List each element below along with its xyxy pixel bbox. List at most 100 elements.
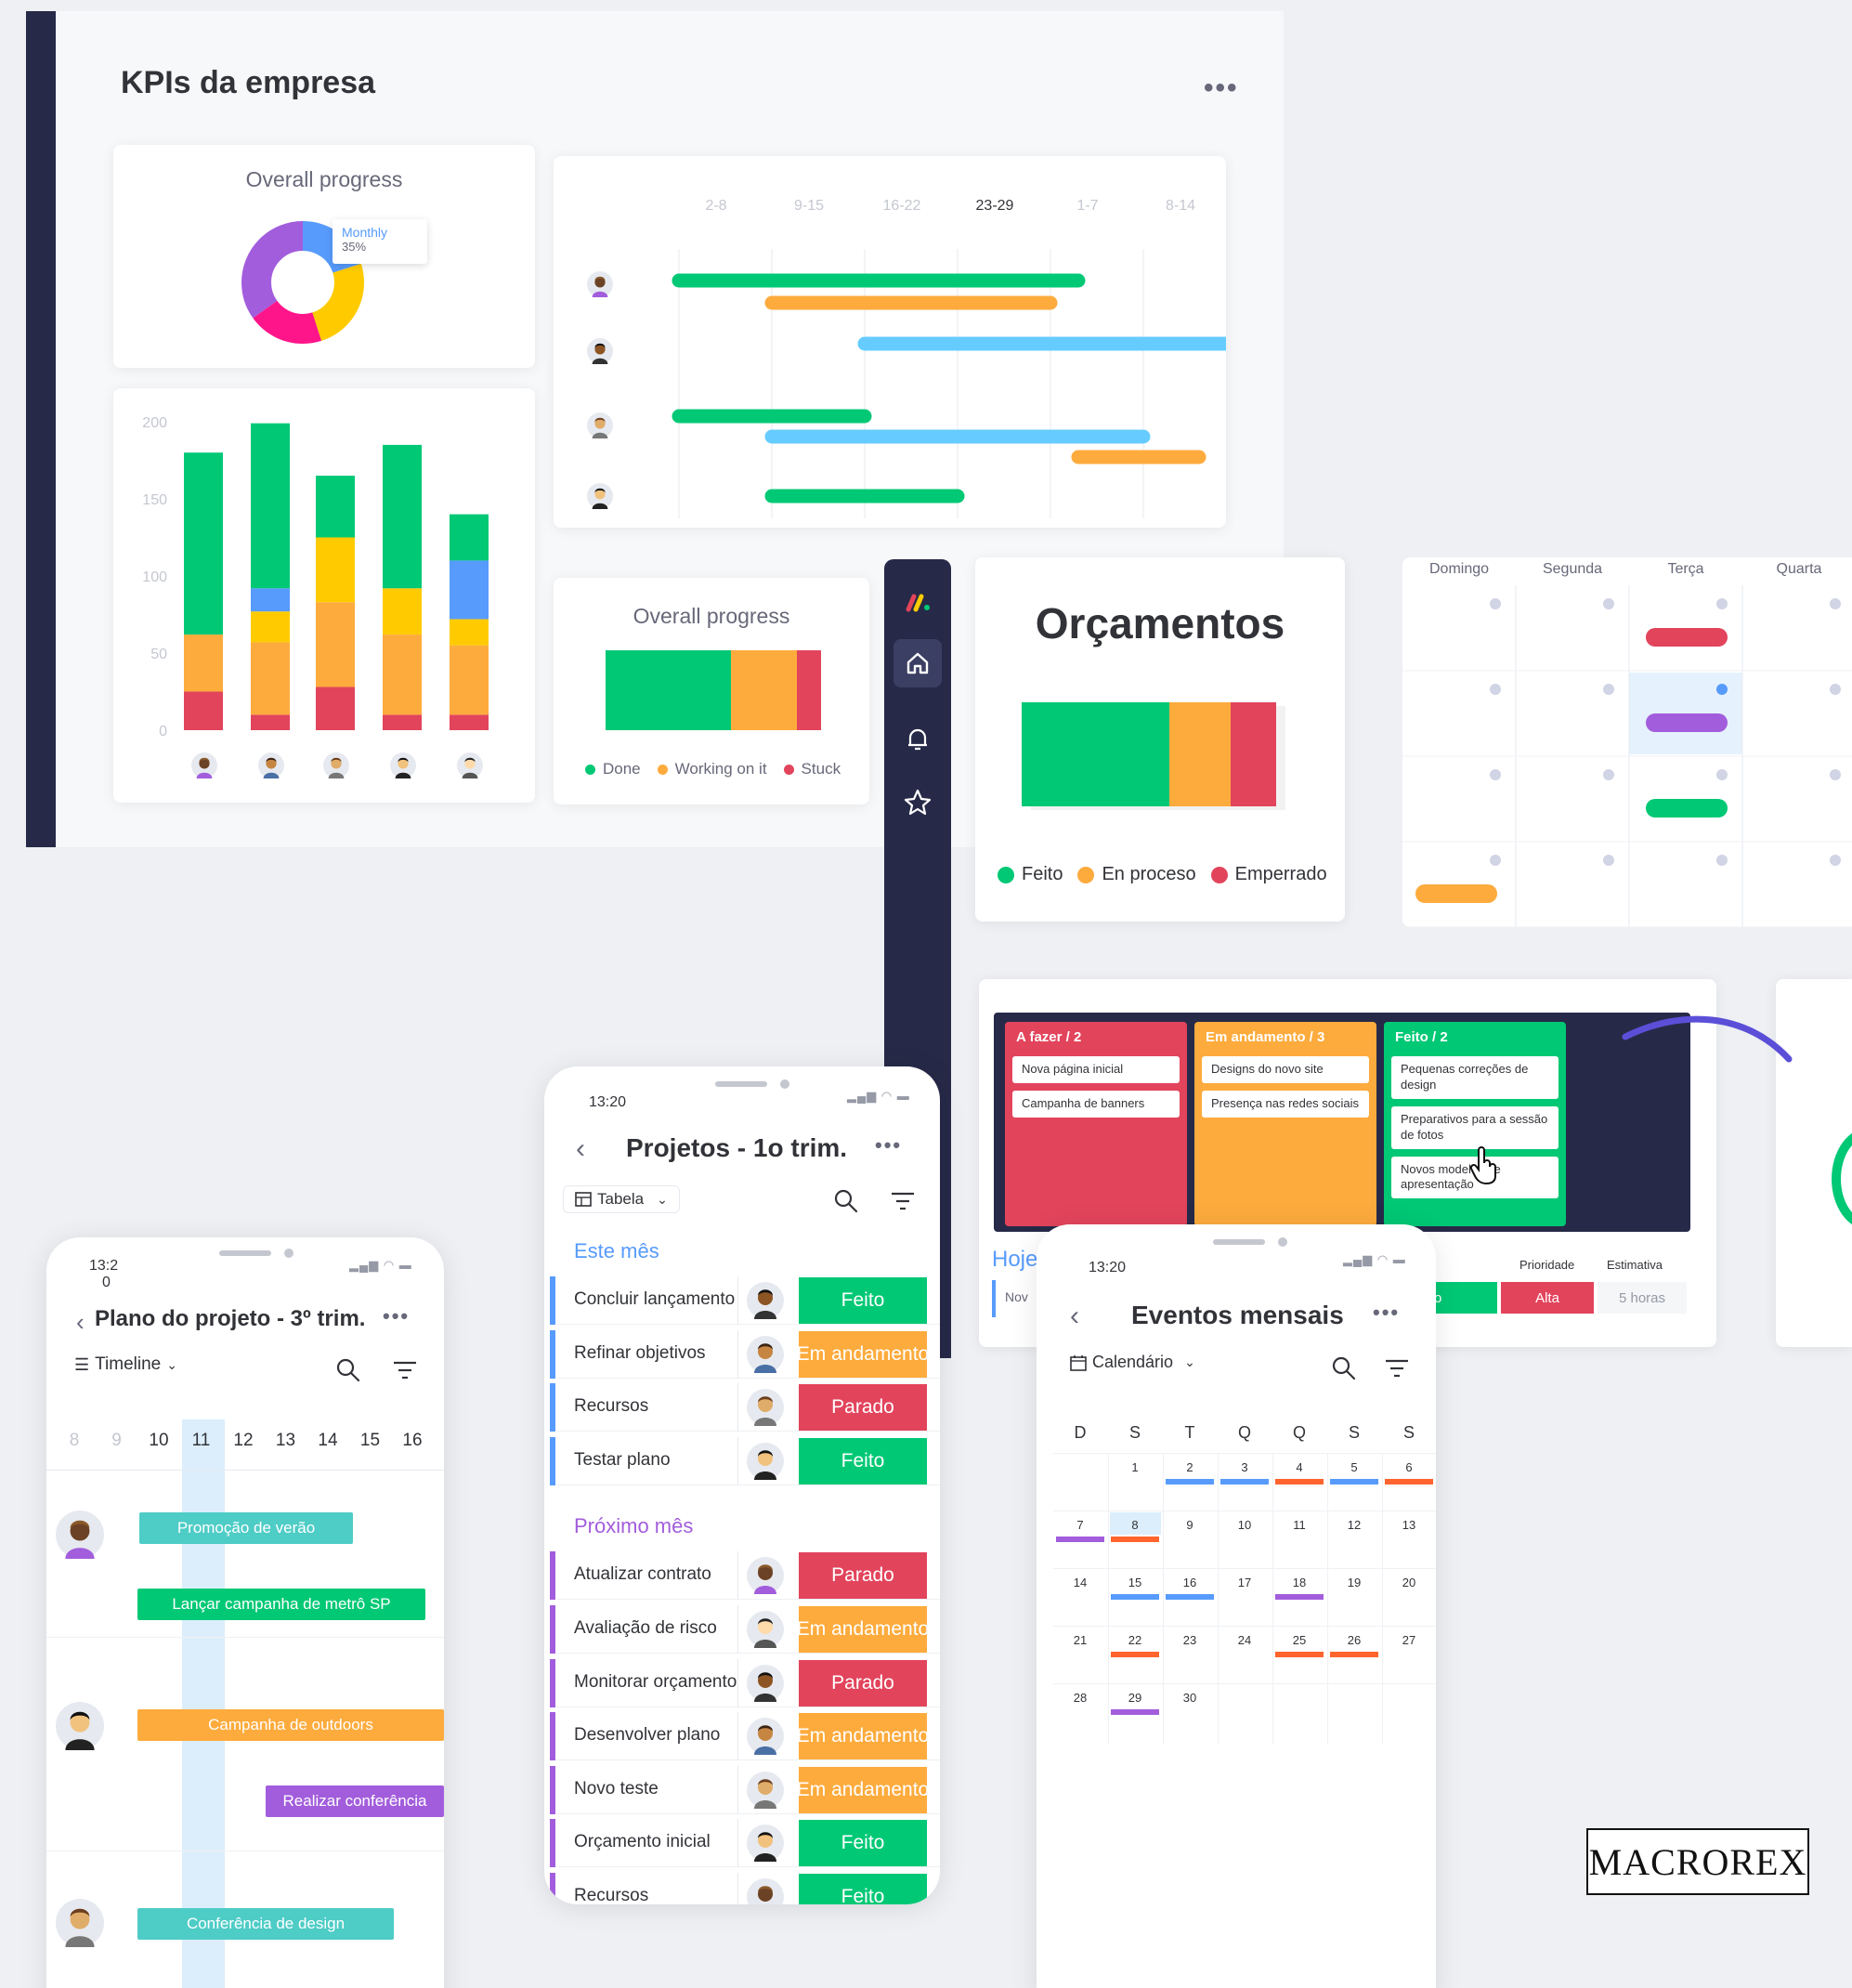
calendar-day[interactable]: 7 (1053, 1518, 1107, 1532)
status-cell[interactable]: Parado (799, 1552, 927, 1600)
filter-icon[interactable] (392, 1358, 418, 1382)
status-cell[interactable]: Parado (799, 1659, 927, 1707)
status-cell[interactable]: Em andamento (799, 1713, 927, 1760)
status-cell[interactable]: Em andamento (799, 1766, 927, 1813)
calendar-event-bar[interactable] (1166, 1594, 1214, 1600)
calendar-day[interactable]: 21 (1053, 1633, 1107, 1647)
estimate-cell[interactable]: 5 horas (1598, 1282, 1687, 1314)
search-icon[interactable] (832, 1187, 860, 1215)
status-cell[interactable]: Em andamento (799, 1330, 927, 1378)
view-selector[interactable]: ☰ Timeline ⌄ (74, 1354, 177, 1375)
dashboard-menu-button[interactable]: ••• (1204, 72, 1239, 104)
calendar-event-bar[interactable] (1111, 1594, 1159, 1600)
home-nav-button[interactable] (893, 639, 942, 687)
calendar-event-bar[interactable] (1330, 1479, 1378, 1484)
calendar-day[interactable]: 18 (1272, 1576, 1326, 1589)
phone-menu-button[interactable]: ••• (383, 1304, 410, 1328)
calendar-event-bar[interactable] (1220, 1479, 1269, 1484)
calendar-day[interactable]: 10 (1218, 1518, 1272, 1532)
calendar-day[interactable]: 20 (1382, 1576, 1436, 1589)
calendar-event-pill[interactable] (1415, 884, 1497, 903)
status-cell[interactable]: Parado (799, 1384, 927, 1432)
status-cell[interactable]: Feito (799, 1437, 927, 1484)
timeline-bar[interactable]: Realizar conferência (266, 1785, 444, 1817)
kanban-card[interactable]: Pequenas correções de design (1391, 1056, 1559, 1099)
calendar-day[interactable]: 29 (1108, 1691, 1162, 1705)
calendar-day[interactable]: 3 (1218, 1460, 1272, 1474)
kanban-card[interactable]: Campanha de banners (1012, 1090, 1180, 1118)
monday-logo-icon[interactable] (901, 585, 934, 619)
search-icon[interactable] (334, 1356, 362, 1384)
filter-icon[interactable] (890, 1189, 916, 1213)
kanban-card[interactable]: Nova página inicial (1012, 1056, 1180, 1083)
calendar-event-bar[interactable] (1111, 1537, 1159, 1542)
timeline-bar[interactable]: Campanha de outdoors (137, 1709, 444, 1741)
donut-tooltip: Monthly 35% (333, 219, 427, 264)
calendar-day[interactable]: 24 (1218, 1633, 1272, 1647)
calendar-event-bar[interactable] (1056, 1537, 1104, 1542)
calendar-day[interactable]: 23 (1163, 1633, 1217, 1647)
view-selector[interactable]: Tabela ⌄ (563, 1185, 680, 1213)
calendar-event-bar[interactable] (1111, 1709, 1159, 1715)
calendar-dot (1716, 684, 1728, 695)
calendar-event-bar[interactable] (1275, 1479, 1324, 1484)
calendar-day[interactable]: 25 (1272, 1633, 1326, 1647)
calendar-event-bar[interactable] (1385, 1479, 1433, 1484)
calendar-day[interactable]: 15 (1108, 1576, 1162, 1589)
row-avatar (747, 1771, 784, 1809)
back-chevron-icon[interactable]: ‹ (1070, 1301, 1079, 1332)
calendar-day[interactable]: 1 (1108, 1460, 1162, 1474)
calendar-day[interactable]: 22 (1108, 1633, 1162, 1647)
today-item[interactable]: Nov (992, 1280, 1038, 1317)
timeline-bar[interactable]: Promoção de verão (139, 1512, 353, 1544)
view-selector[interactable]: Calendário ⌄ (1070, 1353, 1195, 1372)
calendar-day[interactable]: 26 (1327, 1633, 1381, 1647)
back-chevron-icon[interactable]: ‹ (576, 1133, 585, 1165)
calendar-day[interactable]: 28 (1053, 1691, 1107, 1705)
calendar-event-pill[interactable] (1646, 713, 1728, 732)
calendar-day[interactable]: 17 (1218, 1576, 1272, 1589)
calendar-day[interactable]: 2 (1163, 1460, 1217, 1474)
calendar-day[interactable]: 6 (1382, 1460, 1436, 1474)
status-cell[interactable]: Feito (799, 1820, 927, 1867)
calendar-day[interactable]: 4 (1272, 1460, 1326, 1474)
priority-cell[interactable]: Alta (1501, 1282, 1594, 1314)
calendar-event-bar[interactable] (1111, 1652, 1159, 1657)
timeline-bar[interactable]: Lançar campanha de metrô SP (137, 1589, 425, 1620)
kanban-card[interactable]: Preparativos para a sessão de fotos (1391, 1105, 1559, 1149)
status-icons: ▂▄▆ ◠ ▬ (1343, 1252, 1406, 1266)
calendar-event-bar[interactable] (1166, 1479, 1214, 1484)
calendar-day[interactable]: 12 (1327, 1518, 1381, 1532)
phone-time-line2: 0 (102, 1274, 111, 1290)
calendar-day[interactable]: 9 (1163, 1518, 1217, 1532)
calendar-day[interactable]: 30 (1163, 1691, 1217, 1705)
calendar-day[interactable]: 16 (1163, 1576, 1217, 1589)
bell-icon[interactable] (901, 723, 934, 756)
phone-menu-button[interactable]: ••• (875, 1133, 902, 1157)
search-icon[interactable] (1330, 1354, 1358, 1382)
calendar-event-bar[interactable] (1330, 1652, 1378, 1657)
timeline-bar[interactable]: Conferência de design (137, 1908, 394, 1940)
gantt-week-label: 9-15 (794, 198, 824, 214)
phone-menu-button[interactable]: ••• (1373, 1301, 1400, 1325)
filter-icon[interactable] (1384, 1356, 1410, 1380)
calendar-dot (1716, 769, 1728, 780)
calendar-event-bar[interactable] (1275, 1594, 1324, 1600)
calendar-day[interactable]: 14 (1053, 1576, 1107, 1589)
calendar-day[interactable]: 11 (1272, 1518, 1326, 1532)
calendar-day[interactable]: 8 (1108, 1518, 1162, 1532)
calendar-day[interactable]: 5 (1327, 1460, 1381, 1474)
calendar-event-bar[interactable] (1275, 1652, 1324, 1657)
back-chevron-icon[interactable]: ‹ (76, 1308, 85, 1337)
calendar-day[interactable]: 19 (1327, 1576, 1381, 1589)
calendar-day[interactable]: 13 (1382, 1518, 1436, 1532)
status-cell[interactable]: Feito (799, 1874, 927, 1904)
calendar-event-pill[interactable] (1646, 628, 1728, 647)
status-cell[interactable]: Feito (799, 1277, 927, 1324)
star-icon[interactable] (901, 786, 934, 819)
status-cell[interactable]: Em andamento (799, 1606, 927, 1653)
calendar-day[interactable]: 27 (1382, 1633, 1436, 1647)
calendar-event-pill[interactable] (1646, 799, 1728, 817)
kanban-card[interactable]: Presença nas redes sociais (1202, 1090, 1369, 1118)
kanban-card[interactable]: Designs do novo site (1202, 1056, 1369, 1083)
